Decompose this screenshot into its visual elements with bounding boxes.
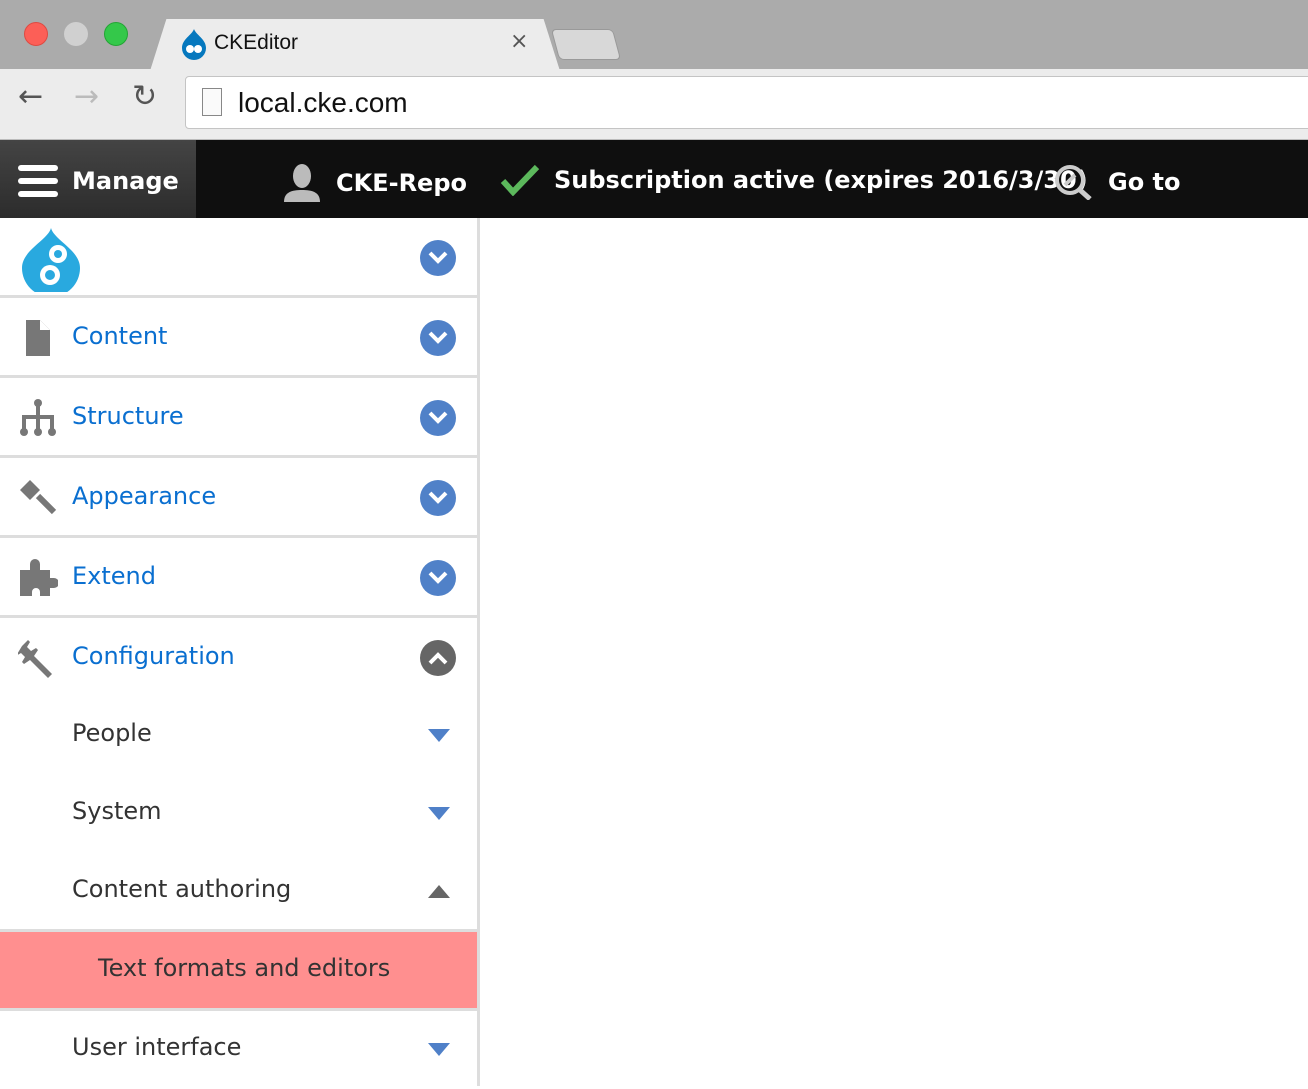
expand-triangle-icon[interactable] bbox=[428, 1043, 450, 1056]
user-menu[interactable]: CKE-Repo bbox=[282, 164, 467, 202]
collapse-chevron-icon[interactable] bbox=[420, 640, 456, 676]
sidebar-item-structure[interactable]: Structure bbox=[0, 378, 477, 458]
address-bar[interactable]: local.cke.com bbox=[185, 76, 1308, 129]
tab-close-icon[interactable]: × bbox=[510, 29, 528, 54]
page-icon bbox=[202, 88, 222, 116]
expand-triangle-icon[interactable] bbox=[428, 807, 450, 820]
admin-sidebar: Content Structure Appearance Extend Conf… bbox=[0, 218, 480, 1086]
sidebar-subitem-user-interface[interactable]: User interface bbox=[0, 1011, 477, 1089]
subscription-status[interactable]: Subscription active (expires 2016/3/30) bbox=[500, 164, 1088, 196]
sidebar-item-label[interactable]: Configuration bbox=[72, 642, 235, 670]
wrench-icon bbox=[18, 640, 52, 678]
sidebar-subitem-text-formats[interactable]: Text formats and editors bbox=[0, 929, 477, 1011]
manage-label: Manage bbox=[72, 167, 179, 195]
sidebar-subitem-label[interactable]: People bbox=[72, 719, 152, 747]
goto-label: Go to bbox=[1108, 168, 1181, 196]
expand-chevron-icon[interactable] bbox=[420, 560, 456, 596]
browser-tabbar: CKEditor × bbox=[0, 0, 1308, 71]
drupal-favicon-icon bbox=[182, 29, 206, 60]
expand-chevron-icon[interactable] bbox=[420, 240, 456, 276]
checkmark-icon bbox=[500, 164, 540, 196]
paintbrush-icon bbox=[20, 480, 57, 515]
expand-chevron-icon[interactable] bbox=[420, 400, 456, 436]
search-goto-icon bbox=[1055, 165, 1092, 200]
goto-button[interactable]: Go to bbox=[1054, 164, 1181, 200]
zoom-window-button[interactable] bbox=[104, 22, 128, 46]
new-tab-button[interactable] bbox=[550, 29, 622, 60]
sidebar-item-label[interactable]: Structure bbox=[72, 402, 184, 430]
manage-button[interactable]: Manage bbox=[0, 140, 196, 218]
user-name: CKE-Repo bbox=[336, 169, 467, 197]
expand-triangle-icon[interactable] bbox=[428, 729, 450, 742]
drupal-8-logo bbox=[22, 228, 80, 292]
sidebar-subitem-label[interactable]: System bbox=[72, 797, 162, 825]
sidebar-item-label[interactable]: Content bbox=[72, 322, 167, 350]
user-icon bbox=[284, 164, 320, 202]
browser-tab[interactable] bbox=[150, 19, 560, 71]
sidebar-home-row[interactable] bbox=[0, 218, 477, 298]
sidebar-item-label[interactable]: Appearance bbox=[72, 482, 216, 510]
sidebar-item-label[interactable]: Extend bbox=[72, 562, 156, 590]
subscription-label: Subscription active (expires 2016/3/30) bbox=[554, 166, 1088, 194]
tab-title: CKEditor bbox=[214, 31, 299, 54]
expand-chevron-icon[interactable] bbox=[420, 480, 456, 516]
sidebar-item-appearance[interactable]: Appearance bbox=[0, 458, 477, 538]
sidebar-subitem-content-authoring[interactable]: Content authoring bbox=[0, 853, 477, 931]
sidebar-subitem-label[interactable]: User interface bbox=[72, 1033, 241, 1061]
sidebar-subitem-people[interactable]: People bbox=[0, 697, 477, 775]
sidebar-subitem-label[interactable]: Content authoring bbox=[72, 875, 291, 903]
sidebar-item-configuration[interactable]: Configuration bbox=[0, 618, 477, 698]
admin-toolbar: Manage CKE-Repo Subscription active (exp… bbox=[0, 140, 1308, 218]
sidebar-subitem-label[interactable]: Text formats and editors bbox=[98, 954, 390, 982]
sidebar-subitem-system[interactable]: System bbox=[0, 775, 477, 853]
collapse-triangle-icon[interactable] bbox=[428, 885, 450, 898]
puzzle-icon bbox=[20, 559, 58, 596]
sitemap-icon bbox=[20, 399, 56, 436]
document-icon bbox=[26, 320, 50, 356]
minimize-window-button[interactable] bbox=[64, 22, 88, 46]
sidebar-item-content[interactable]: Content bbox=[0, 298, 477, 378]
sidebar-item-extend[interactable]: Extend bbox=[0, 538, 477, 618]
close-window-button[interactable] bbox=[24, 22, 48, 46]
reload-icon[interactable]: ↻ bbox=[132, 79, 157, 114]
back-arrow-icon[interactable]: ← bbox=[18, 79, 43, 114]
forward-arrow-icon[interactable]: → bbox=[74, 79, 99, 114]
expand-chevron-icon[interactable] bbox=[420, 320, 456, 356]
hamburger-icon bbox=[18, 165, 58, 197]
url-text[interactable]: local.cke.com bbox=[238, 87, 408, 119]
